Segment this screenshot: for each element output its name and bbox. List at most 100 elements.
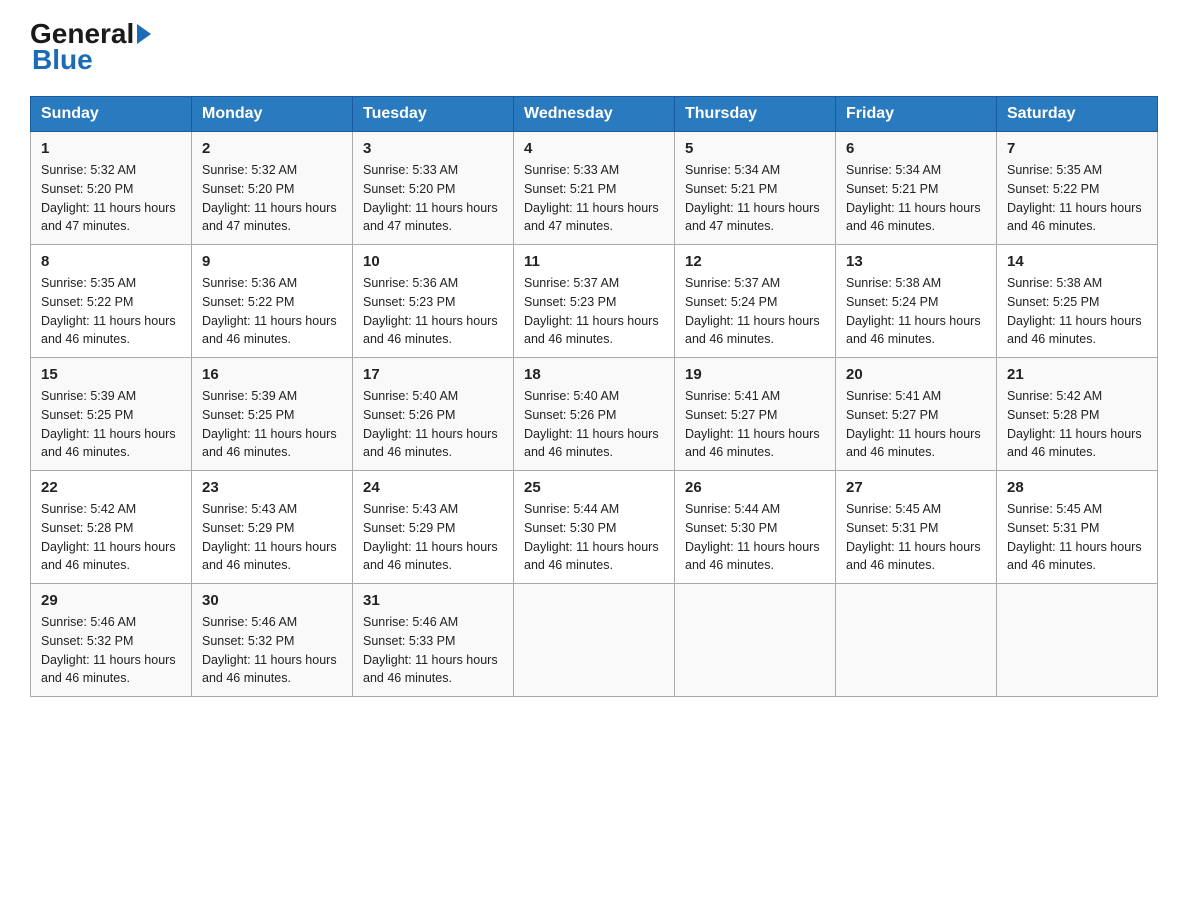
day-number: 26 [685,479,825,496]
day-number: 9 [202,253,342,270]
calendar-cell: 26 Sunrise: 5:44 AMSunset: 5:30 PMDaylig… [675,471,836,584]
day-info: Sunrise: 5:45 AMSunset: 5:31 PMDaylight:… [1007,500,1147,575]
day-number: 13 [846,253,986,270]
day-info: Sunrise: 5:35 AMSunset: 5:22 PMDaylight:… [1007,161,1147,236]
calendar-cell: 1 Sunrise: 5:32 AMSunset: 5:20 PMDayligh… [31,132,192,245]
calendar-cell: 31 Sunrise: 5:46 AMSunset: 5:33 PMDaylig… [353,584,514,697]
day-number: 6 [846,140,986,157]
day-info: Sunrise: 5:38 AMSunset: 5:25 PMDaylight:… [1007,274,1147,349]
day-number: 4 [524,140,664,157]
day-number: 16 [202,366,342,383]
calendar-week-row: 22 Sunrise: 5:42 AMSunset: 5:28 PMDaylig… [31,471,1158,584]
day-number: 29 [41,592,181,609]
day-info: Sunrise: 5:37 AMSunset: 5:23 PMDaylight:… [524,274,664,349]
calendar-cell [997,584,1158,697]
calendar-week-row: 1 Sunrise: 5:32 AMSunset: 5:20 PMDayligh… [31,132,1158,245]
calendar-week-row: 29 Sunrise: 5:46 AMSunset: 5:32 PMDaylig… [31,584,1158,697]
day-info: Sunrise: 5:46 AMSunset: 5:33 PMDaylight:… [363,613,503,688]
calendar-cell: 21 Sunrise: 5:42 AMSunset: 5:28 PMDaylig… [997,358,1158,471]
day-info: Sunrise: 5:33 AMSunset: 5:21 PMDaylight:… [524,161,664,236]
calendar-cell: 19 Sunrise: 5:41 AMSunset: 5:27 PMDaylig… [675,358,836,471]
day-info: Sunrise: 5:32 AMSunset: 5:20 PMDaylight:… [41,161,181,236]
day-info: Sunrise: 5:46 AMSunset: 5:32 PMDaylight:… [41,613,181,688]
day-info: Sunrise: 5:36 AMSunset: 5:23 PMDaylight:… [363,274,503,349]
day-info: Sunrise: 5:35 AMSunset: 5:22 PMDaylight:… [41,274,181,349]
calendar-day-header-tuesday: Tuesday [353,97,514,132]
day-number: 27 [846,479,986,496]
day-number: 14 [1007,253,1147,270]
day-info: Sunrise: 5:43 AMSunset: 5:29 PMDaylight:… [202,500,342,575]
day-info: Sunrise: 5:41 AMSunset: 5:27 PMDaylight:… [685,387,825,462]
logo-blue-text: Blue [32,44,93,75]
calendar-cell: 12 Sunrise: 5:37 AMSunset: 5:24 PMDaylig… [675,245,836,358]
calendar-cell: 29 Sunrise: 5:46 AMSunset: 5:32 PMDaylig… [31,584,192,697]
calendar-day-header-monday: Monday [192,97,353,132]
day-number: 18 [524,366,664,383]
day-number: 8 [41,253,181,270]
day-number: 2 [202,140,342,157]
calendar-week-row: 15 Sunrise: 5:39 AMSunset: 5:25 PMDaylig… [31,358,1158,471]
day-number: 5 [685,140,825,157]
calendar-cell: 24 Sunrise: 5:43 AMSunset: 5:29 PMDaylig… [353,471,514,584]
calendar-week-row: 8 Sunrise: 5:35 AMSunset: 5:22 PMDayligh… [31,245,1158,358]
day-number: 1 [41,140,181,157]
calendar-cell: 22 Sunrise: 5:42 AMSunset: 5:28 PMDaylig… [31,471,192,584]
day-info: Sunrise: 5:41 AMSunset: 5:27 PMDaylight:… [846,387,986,462]
calendar-cell: 5 Sunrise: 5:34 AMSunset: 5:21 PMDayligh… [675,132,836,245]
day-info: Sunrise: 5:36 AMSunset: 5:22 PMDaylight:… [202,274,342,349]
calendar-cell: 30 Sunrise: 5:46 AMSunset: 5:32 PMDaylig… [192,584,353,697]
day-info: Sunrise: 5:33 AMSunset: 5:20 PMDaylight:… [363,161,503,236]
calendar-cell: 18 Sunrise: 5:40 AMSunset: 5:26 PMDaylig… [514,358,675,471]
day-info: Sunrise: 5:39 AMSunset: 5:25 PMDaylight:… [41,387,181,462]
calendar-cell: 10 Sunrise: 5:36 AMSunset: 5:23 PMDaylig… [353,245,514,358]
calendar-cell: 17 Sunrise: 5:40 AMSunset: 5:26 PMDaylig… [353,358,514,471]
calendar-cell: 27 Sunrise: 5:45 AMSunset: 5:31 PMDaylig… [836,471,997,584]
day-info: Sunrise: 5:40 AMSunset: 5:26 PMDaylight:… [524,387,664,462]
day-number: 3 [363,140,503,157]
calendar-cell: 28 Sunrise: 5:45 AMSunset: 5:31 PMDaylig… [997,471,1158,584]
calendar-cell: 23 Sunrise: 5:43 AMSunset: 5:29 PMDaylig… [192,471,353,584]
day-number: 15 [41,366,181,383]
day-number: 21 [1007,366,1147,383]
day-info: Sunrise: 5:45 AMSunset: 5:31 PMDaylight:… [846,500,986,575]
day-info: Sunrise: 5:42 AMSunset: 5:28 PMDaylight:… [1007,387,1147,462]
calendar-cell: 9 Sunrise: 5:36 AMSunset: 5:22 PMDayligh… [192,245,353,358]
calendar-cell: 20 Sunrise: 5:41 AMSunset: 5:27 PMDaylig… [836,358,997,471]
calendar-cell: 7 Sunrise: 5:35 AMSunset: 5:22 PMDayligh… [997,132,1158,245]
calendar-day-header-thursday: Thursday [675,97,836,132]
calendar-day-header-wednesday: Wednesday [514,97,675,132]
day-info: Sunrise: 5:44 AMSunset: 5:30 PMDaylight:… [524,500,664,575]
logo-arrow-icon [137,24,151,44]
calendar-cell: 16 Sunrise: 5:39 AMSunset: 5:25 PMDaylig… [192,358,353,471]
day-number: 11 [524,253,664,270]
calendar-cell: 15 Sunrise: 5:39 AMSunset: 5:25 PMDaylig… [31,358,192,471]
day-info: Sunrise: 5:43 AMSunset: 5:29 PMDaylight:… [363,500,503,575]
day-number: 17 [363,366,503,383]
day-number: 28 [1007,479,1147,496]
calendar-cell [675,584,836,697]
day-info: Sunrise: 5:46 AMSunset: 5:32 PMDaylight:… [202,613,342,688]
day-number: 24 [363,479,503,496]
day-number: 30 [202,592,342,609]
calendar-day-header-friday: Friday [836,97,997,132]
calendar-cell: 25 Sunrise: 5:44 AMSunset: 5:30 PMDaylig… [514,471,675,584]
calendar-cell [836,584,997,697]
day-info: Sunrise: 5:37 AMSunset: 5:24 PMDaylight:… [685,274,825,349]
day-number: 31 [363,592,503,609]
calendar-day-header-saturday: Saturday [997,97,1158,132]
calendar-cell: 13 Sunrise: 5:38 AMSunset: 5:24 PMDaylig… [836,245,997,358]
day-info: Sunrise: 5:32 AMSunset: 5:20 PMDaylight:… [202,161,342,236]
calendar-cell: 4 Sunrise: 5:33 AMSunset: 5:21 PMDayligh… [514,132,675,245]
day-number: 23 [202,479,342,496]
day-number: 20 [846,366,986,383]
calendar-cell [514,584,675,697]
logo: General Blue [30,20,154,76]
calendar-day-header-sunday: Sunday [31,97,192,132]
day-info: Sunrise: 5:34 AMSunset: 5:21 PMDaylight:… [685,161,825,236]
page-header: General Blue [30,20,1158,76]
day-number: 25 [524,479,664,496]
day-number: 22 [41,479,181,496]
calendar-cell: 6 Sunrise: 5:34 AMSunset: 5:21 PMDayligh… [836,132,997,245]
calendar-cell: 11 Sunrise: 5:37 AMSunset: 5:23 PMDaylig… [514,245,675,358]
day-number: 7 [1007,140,1147,157]
